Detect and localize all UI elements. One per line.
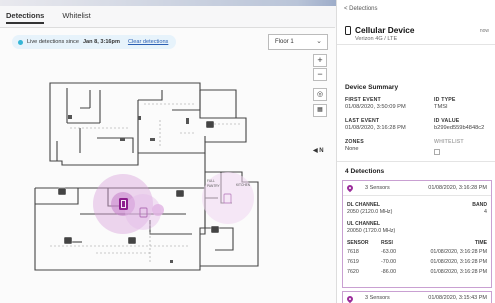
map-area[interactable]: FULL PANTRY KITCHEN Live detections sinc… [0, 28, 336, 303]
table-header-rssi: RSSI [381, 240, 393, 246]
table-cell-time: 01/08/2020, 3:16:28 PM [430, 269, 487, 275]
heat-zone-4 [152, 204, 164, 216]
tab-whitelist[interactable]: Whitelist [62, 8, 90, 24]
ul-channel-label: UL CHANNEL [347, 221, 381, 227]
dl-channel-value: 2050 (2120.0 MHz) [347, 209, 393, 215]
last-event-value: 01/08/2020, 3:16:28 PM [345, 125, 406, 131]
whitelist-checkbox[interactable] [434, 149, 440, 155]
floor-select[interactable]: Floor 1 ⌄ [268, 34, 328, 50]
locate-button[interactable]: ◎ [313, 88, 327, 101]
floor-select-value: Floor 1 [275, 39, 294, 45]
table-cell-time: 01/08/2020, 3:16:28 PM [430, 259, 487, 265]
detections-title: 4 Detections [345, 168, 385, 175]
tab-bar: Detections Whitelist [0, 8, 340, 28]
table-cell-sensor: 7618 [347, 249, 359, 255]
detection-sensors: 3 Sensors [365, 295, 390, 301]
id-value-value: b299ed559b4848c2 [434, 125, 485, 131]
divider [337, 161, 495, 162]
zones-label: ZONES [345, 139, 364, 145]
table-cell-rssi: -86.00 [381, 269, 397, 275]
band-label: BAND [472, 202, 487, 208]
sensor-icon-5 [175, 189, 185, 198]
last-event-label: LAST EVENT [345, 118, 380, 124]
sensor-icon-4 [210, 225, 220, 234]
divider [337, 44, 495, 45]
sensor-icon-6 [205, 120, 215, 129]
device-summary-title: Device Summary [345, 84, 399, 91]
live-detections-pill: Live detections since Jan 8, 3:16pm Clea… [12, 35, 177, 49]
device-marker-icon [119, 198, 128, 210]
detection-time: 01/08/2020, 3:15:43 PM [428, 295, 487, 301]
table-header-time: TIME [474, 240, 487, 246]
cellular-device-icon [345, 26, 351, 35]
floor-plan: FULL PANTRY KITCHEN [34, 82, 259, 271]
location-pin-icon [345, 294, 355, 303]
detection-time: 01/08/2020, 3:16:28 PM [428, 185, 487, 191]
dl-channel-label: DL CHANNEL [347, 202, 381, 208]
zoom-in-button[interactable]: + [313, 54, 327, 67]
table-cell-rssi: -70.00 [381, 259, 397, 265]
first-event-value: 01/08/2020, 3:50:09 PM [345, 104, 406, 110]
tab-detections[interactable]: Detections [6, 8, 45, 24]
zoom-out-button[interactable]: − [313, 68, 327, 81]
layers-button[interactable]: ▦ [313, 104, 327, 117]
sensor-icon-2 [63, 236, 73, 245]
detection-card[interactable]: 3 Sensors 01/08/2020, 3:15:43 PM [342, 291, 492, 303]
table-cell-time: 01/08/2020, 3:16:28 PM [430, 249, 487, 255]
breadcrumb-back-link[interactable]: < Detections [344, 6, 378, 12]
room-label-full: FULL [207, 179, 215, 183]
whitelist-label: WHITELIST [434, 139, 464, 145]
live-prefix: Live detections since [27, 39, 79, 45]
device-title: Cellular Device [355, 25, 415, 35]
compass-north: ◀ N [313, 148, 324, 154]
sensor-icon-1 [57, 187, 67, 196]
live-indicator-icon [18, 39, 23, 45]
table-cell-sensor: 7620 [347, 269, 359, 275]
detection-card-header[interactable]: 3 Sensors 01/08/2020, 3:16:28 PM [343, 181, 491, 196]
zones-value: None [345, 146, 359, 152]
room-label-pantry: PANTRY [207, 184, 221, 188]
device-subtitle: Verizon 4G / LTE [355, 36, 398, 42]
chevron-down-icon: ⌄ [316, 38, 322, 45]
sensor-icon-3 [127, 236, 137, 245]
ul-channel-value: 20050 (1720.0 MHz) [347, 228, 396, 234]
id-value-label: ID VALUE [434, 118, 460, 124]
id-type-value: TMSI [434, 104, 448, 110]
target-icon: ◎ [316, 91, 324, 98]
device-time-ago: now [479, 28, 489, 34]
detection-card[interactable]: 3 Sensors 01/08/2020, 3:16:28 PM DL CHAN… [342, 180, 492, 288]
table-header-sensor: SENSOR [347, 240, 369, 246]
location-pin-icon [345, 183, 355, 193]
table-cell-sensor: 7619 [347, 259, 359, 265]
table-cell-rssi: -63.00 [381, 249, 397, 255]
live-since: Jan 8, 3:16pm [82, 39, 120, 45]
band-value: 4 [484, 209, 487, 215]
id-type-label: ID TYPE [434, 97, 456, 103]
detection-sensors: 3 Sensors [365, 185, 390, 191]
clear-detections-link[interactable]: Clear detections [128, 35, 168, 49]
compass-n-label: N [319, 148, 324, 154]
first-event-label: FIRST EVENT [345, 97, 381, 103]
device-detail-panel: < Detections Cellular Device Verizon 4G … [336, 0, 495, 303]
sensors-icon: ▦ [317, 107, 323, 113]
room-label-kitchen: KITCHEN [236, 183, 251, 187]
